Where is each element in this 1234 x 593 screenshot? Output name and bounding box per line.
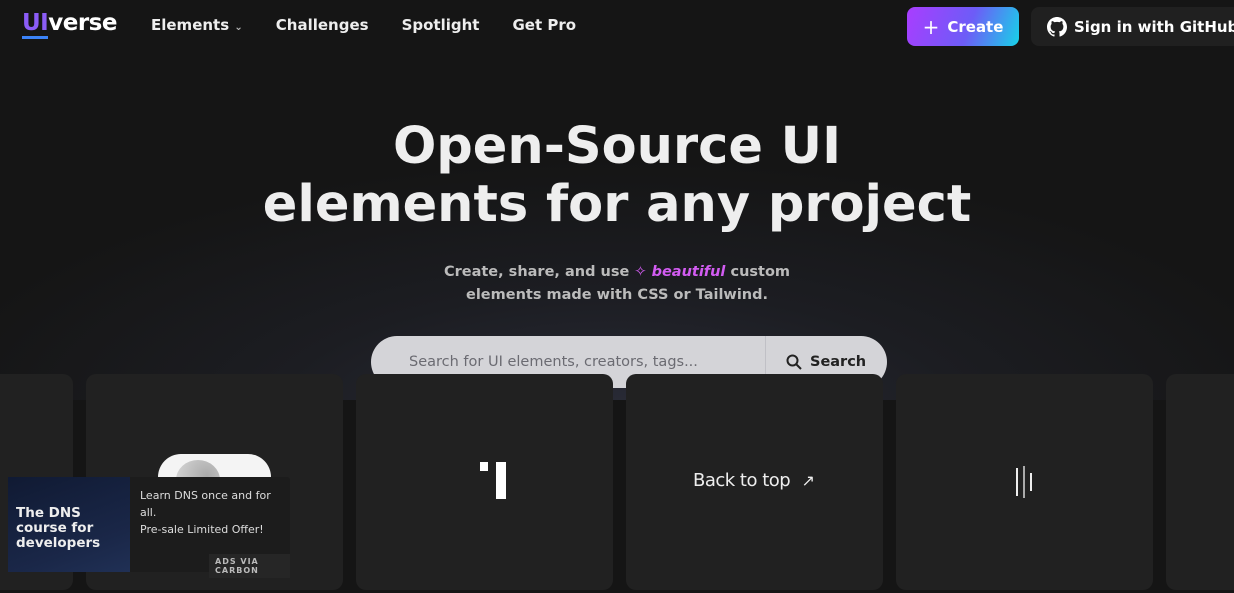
element-card[interactable] [356, 374, 613, 590]
loader-preview [480, 462, 488, 471]
logo-text: verse [48, 10, 117, 36]
back-to-top-button[interactable]: Back to top ↗ [693, 470, 815, 491]
github-label: Sign in with GitHub [1074, 17, 1234, 36]
chevron-down-icon: ⌄ [234, 22, 243, 33]
audio-bars-preview [1016, 466, 1036, 498]
ad-line-1: Learn DNS once and for all. [140, 489, 271, 519]
hero-subtitle: Create, share, and use ✧ beautiful custo… [0, 261, 1234, 307]
github-signin-button[interactable]: Sign in with GitHub [1031, 7, 1234, 46]
nav-challenges[interactable]: Challenges [276, 16, 369, 34]
create-button[interactable]: + Create [907, 7, 1019, 46]
loader-bar [496, 462, 506, 499]
subtitle-line-2: elements made with CSS or Tailwind. [465, 287, 768, 303]
nav-get-pro[interactable]: Get Pro [512, 16, 576, 34]
search-icon [786, 354, 802, 370]
ad-text[interactable]: Learn DNS once and for all. Pre-sale Limi… [140, 487, 290, 538]
github-icon [1047, 16, 1067, 37]
nav-elements[interactable]: Elements ⌄ [151, 16, 243, 34]
sparkle-icon: ✧ [634, 264, 647, 280]
search-button-label: Search [810, 354, 867, 370]
ad-image[interactable]: The DNS course for developers [8, 477, 130, 572]
nav-spotlight[interactable]: Spotlight [402, 16, 480, 34]
title-line-1: Open-Source UI [392, 117, 842, 176]
element-card[interactable] [1166, 374, 1234, 590]
plus-icon: + [922, 14, 940, 39]
carbon-ad[interactable]: The DNS course for developers Learn DNS … [8, 477, 290, 578]
title-line-2: elements for any project [262, 175, 972, 234]
ad-line-2: Pre-sale Limited Offer! [140, 523, 264, 536]
back-to-top-label: Back to top [693, 470, 791, 491]
logo[interactable]: UIverse [22, 10, 117, 39]
subtitle-post: custom [730, 264, 791, 280]
create-label: Create [947, 17, 1004, 36]
arrow-up-right-icon: ↗ [801, 471, 815, 490]
nav-elements-label: Elements [151, 16, 230, 34]
toggle-switch-preview[interactable] [158, 454, 271, 477]
logo-ui: UI [22, 10, 49, 39]
page-title: Open-Source UI elements for any project [0, 118, 1234, 234]
subtitle-accent: beautiful [651, 264, 726, 280]
subtitle-pre: Create, share, and use [443, 264, 630, 280]
navbar: UIverse Elements ⌄ Challenges Spotlight … [0, 0, 1234, 52]
ads-via-carbon-link[interactable]: ADS VIA CARBON [209, 554, 290, 578]
